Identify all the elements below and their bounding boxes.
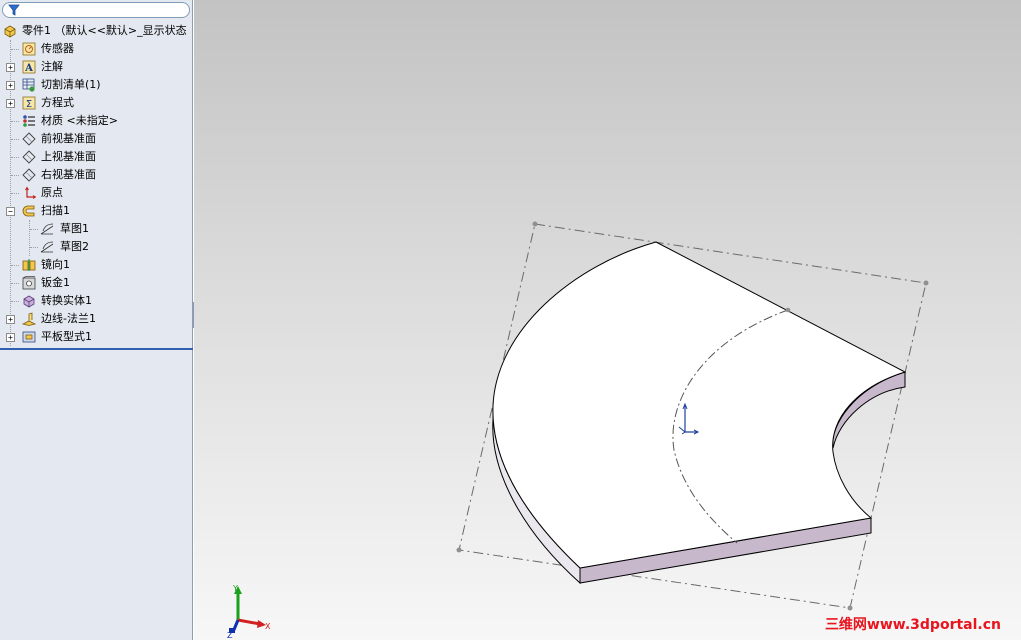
tree-item-label: 扫描1	[41, 204, 70, 217]
triad-y-label: Y	[232, 584, 238, 593]
tree-item-material[interactable]: 材质 <未指定>	[0, 112, 193, 130]
watermark-text: 三维网www.3dportal.cn	[824, 617, 1001, 633]
tree-item-part[interactable]: 零件1 （默认<<默认>_显示状态	[0, 22, 193, 40]
tree-item-label: 零件1 （默认<<默认>_显示状态	[22, 24, 187, 37]
graphics-viewport[interactable]: Y X Z 三维网www.3dportal.cn	[194, 0, 1021, 640]
cut-list-icon	[22, 78, 35, 92]
expand-toggle[interactable]: +	[6, 99, 15, 108]
tree-item-edge-flange[interactable]: + 边线-法兰1	[0, 310, 193, 328]
tree-item-top-plane[interactable]: 上视基准面	[0, 148, 193, 166]
tree-item-cut-list[interactable]: + 切割清单(1)	[0, 76, 193, 94]
tree-item-label: 钣金1	[41, 276, 70, 289]
tree-item-label: 传感器	[41, 42, 74, 55]
expand-toggle[interactable]: +	[6, 315, 15, 324]
expand-toggle[interactable]: +	[6, 81, 15, 90]
sketch-point	[847, 605, 853, 611]
sensor-icon	[22, 42, 36, 56]
tree-item-equations[interactable]: + Σ 方程式	[0, 94, 193, 112]
tree-item-label: 右视基准面	[41, 168, 96, 181]
sketch-point	[456, 547, 462, 553]
sketch-point	[532, 221, 538, 227]
flat-pattern-icon	[22, 331, 36, 343]
expand-toggle[interactable]: +	[6, 333, 15, 342]
tree-item-label: 注解	[41, 60, 63, 73]
triad-x-label: X	[265, 622, 271, 631]
annotation-icon: A	[22, 60, 36, 74]
svg-text:A: A	[24, 63, 33, 74]
tree-item-convert-entities[interactable]: 转换实体1	[0, 292, 193, 310]
tree-item-sheet-metal[interactable]: 钣金1	[0, 274, 193, 292]
tree-item-label: 平板型式1	[41, 330, 92, 343]
tree-item-label: 方程式	[41, 96, 74, 109]
tree-item-label: 转换实体1	[41, 294, 92, 307]
material-icon	[23, 115, 35, 127]
tree-item-sweep[interactable]: − 扫描1	[0, 202, 193, 220]
feature-manager-panel: 零件1 （默认<<默认>_显示状态 传感器 + A 注解 + 切割清单(1) +…	[0, 0, 193, 640]
plane-icon	[22, 132, 36, 146]
part-icon	[4, 25, 16, 38]
tree-item-label: 材质 <未指定>	[41, 114, 118, 127]
plane-icon	[22, 168, 36, 182]
tree-item-sensors[interactable]: 传感器	[0, 40, 193, 58]
model-view	[456, 221, 929, 611]
part-top-face	[492, 241, 907, 569]
tree-item-annotations[interactable]: + A 注解	[0, 58, 193, 76]
mirror-icon	[22, 259, 36, 271]
sketch-icon	[40, 223, 54, 235]
sketch-icon	[40, 241, 54, 253]
collapse-toggle[interactable]: −	[6, 207, 15, 216]
tree-item-sketch1[interactable]: 草图1	[0, 220, 193, 238]
sheet-metal-icon	[22, 276, 36, 290]
tree-item-label: 切割清单(1)	[41, 78, 101, 91]
tree-item-label: 草图1	[60, 222, 89, 235]
tree-item-front-plane[interactable]: 前视基准面	[0, 130, 193, 148]
tree-item-origin[interactable]: 原点	[0, 184, 193, 202]
sketch-point	[785, 307, 791, 313]
expand-toggle[interactable]: +	[6, 63, 15, 72]
plane-icon	[22, 150, 36, 164]
filter-search-input[interactable]	[2, 2, 190, 18]
filter-icon[interactable]	[8, 4, 20, 16]
feature-tree: 零件1 （默认<<默认>_显示状态 传感器 + A 注解 + 切割清单(1) +…	[0, 22, 193, 350]
edge-flange-icon	[22, 312, 36, 326]
tree-item-label: 边线-法兰1	[41, 312, 96, 325]
tree-item-right-plane[interactable]: 右视基准面	[0, 166, 193, 184]
tree-item-sketch2[interactable]: 草图2	[0, 238, 193, 256]
equation-icon: Σ	[22, 96, 36, 110]
tree-item-mirror[interactable]: 镜向1	[0, 256, 193, 274]
svg-text:Σ: Σ	[26, 99, 32, 110]
sweep-icon	[22, 205, 35, 217]
tree-item-label: 上视基准面	[41, 150, 96, 163]
tree-item-label: 草图2	[60, 240, 89, 253]
origin-icon	[25, 186, 36, 199]
tree-item-label: 镜向1	[41, 258, 70, 271]
sketch-point	[923, 280, 929, 286]
tree-item-flat-pattern[interactable]: + 平板型式1	[0, 328, 193, 346]
triad-z-label: Z	[227, 631, 233, 640]
tree-item-label: 前视基准面	[41, 132, 96, 145]
tree-item-label: 原点	[41, 186, 63, 199]
reference-triad[interactable]: Y X Z	[224, 580, 284, 640]
convert-entities-icon	[23, 295, 35, 308]
